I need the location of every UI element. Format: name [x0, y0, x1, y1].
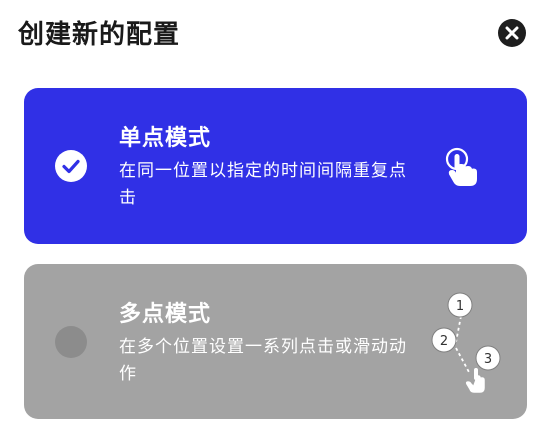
multi-mode-title: 多点模式 [119, 302, 212, 327]
single-mode-option[interactable]: 单点模式 在同一位置以指定的时间间隔重复点击 [24, 88, 527, 244]
close-button[interactable] [498, 19, 526, 47]
multi-mode-radio[interactable] [55, 326, 87, 358]
single-mode-radio[interactable] [55, 150, 87, 182]
step-label-3: 3 [484, 352, 492, 367]
single-mode-title: 单点模式 [119, 126, 212, 151]
close-icon [505, 26, 519, 40]
step-label-1: 1 [456, 299, 464, 314]
multi-mode-option[interactable]: 多点模式 在多个位置设置一系列点击或滑动动作 1 2 3 [24, 264, 527, 419]
single-mode-description: 在同一位置以指定的时间间隔重复点击 [119, 161, 407, 208]
multi-mode-description: 在多个位置设置一系列点击或滑动动作 [119, 337, 407, 384]
single-tap-icon [442, 146, 482, 190]
step-label-2: 2 [440, 334, 448, 349]
multi-tap-icon: 1 2 3 [426, 288, 518, 398]
create-config-dialog: 创建新的配置 单点模式 在同一位置以指定的时间间隔重复点击 多点模式 在多个位置… [0, 0, 541, 422]
check-icon [62, 159, 80, 174]
dialog-title: 创建新的配置 [18, 20, 181, 50]
